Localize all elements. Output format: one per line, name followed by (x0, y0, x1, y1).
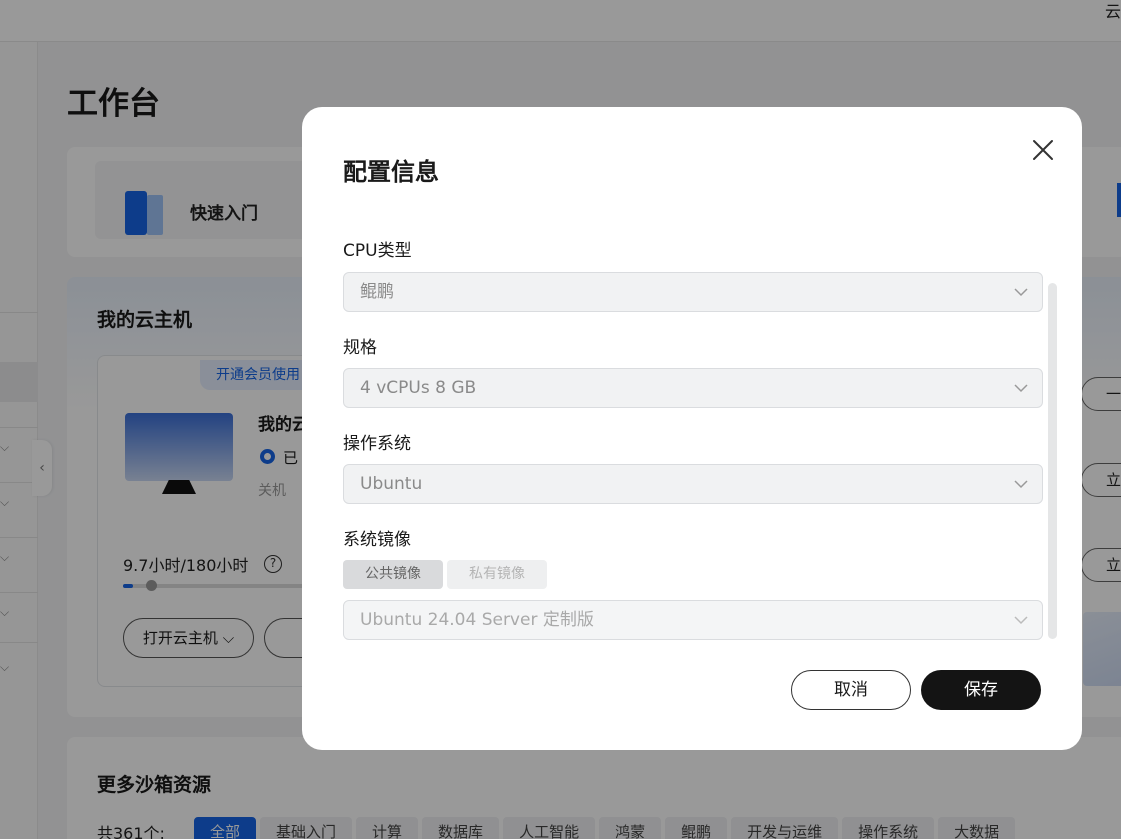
dialog-title: 配置信息 (343, 158, 439, 186)
os-select[interactable]: Ubuntu (343, 464, 1043, 504)
spec-value: 4 vCPUs 8 GB (360, 378, 477, 398)
cancel-button[interactable]: 取消 (791, 670, 911, 710)
dialog-scrollbar[interactable] (1048, 283, 1057, 639)
os-label: 操作系统 (343, 434, 411, 454)
spec-select[interactable]: 4 vCPUs 8 GB (343, 368, 1043, 408)
chevron-down-icon (1014, 288, 1028, 297)
chevron-down-icon (1014, 384, 1028, 393)
system-image-value: Ubuntu 24.04 Server 定制版 (360, 610, 594, 630)
cpu-type-label: CPU类型 (343, 241, 412, 261)
save-button[interactable]: 保存 (921, 670, 1041, 710)
system-image-select[interactable]: Ubuntu 24.04 Server 定制版 (343, 600, 1043, 640)
private-image-tab[interactable]: 私有镜像 (447, 560, 547, 589)
config-dialog: 配置信息 CPU类型 鲲鹏 规格 4 vCPUs 8 GB 操作系统 Ubunt… (302, 107, 1082, 750)
chevron-down-icon (1014, 480, 1028, 489)
spec-label: 规格 (343, 338, 377, 358)
os-value: Ubuntu (360, 474, 423, 494)
close-icon[interactable] (1032, 139, 1054, 161)
public-image-tab[interactable]: 公共镜像 (343, 560, 443, 589)
cpu-type-select[interactable]: 鲲鹏 (343, 272, 1043, 312)
cpu-type-value: 鲲鹏 (360, 282, 394, 302)
system-image-label: 系统镜像 (343, 530, 411, 550)
chevron-down-icon (1014, 616, 1028, 625)
